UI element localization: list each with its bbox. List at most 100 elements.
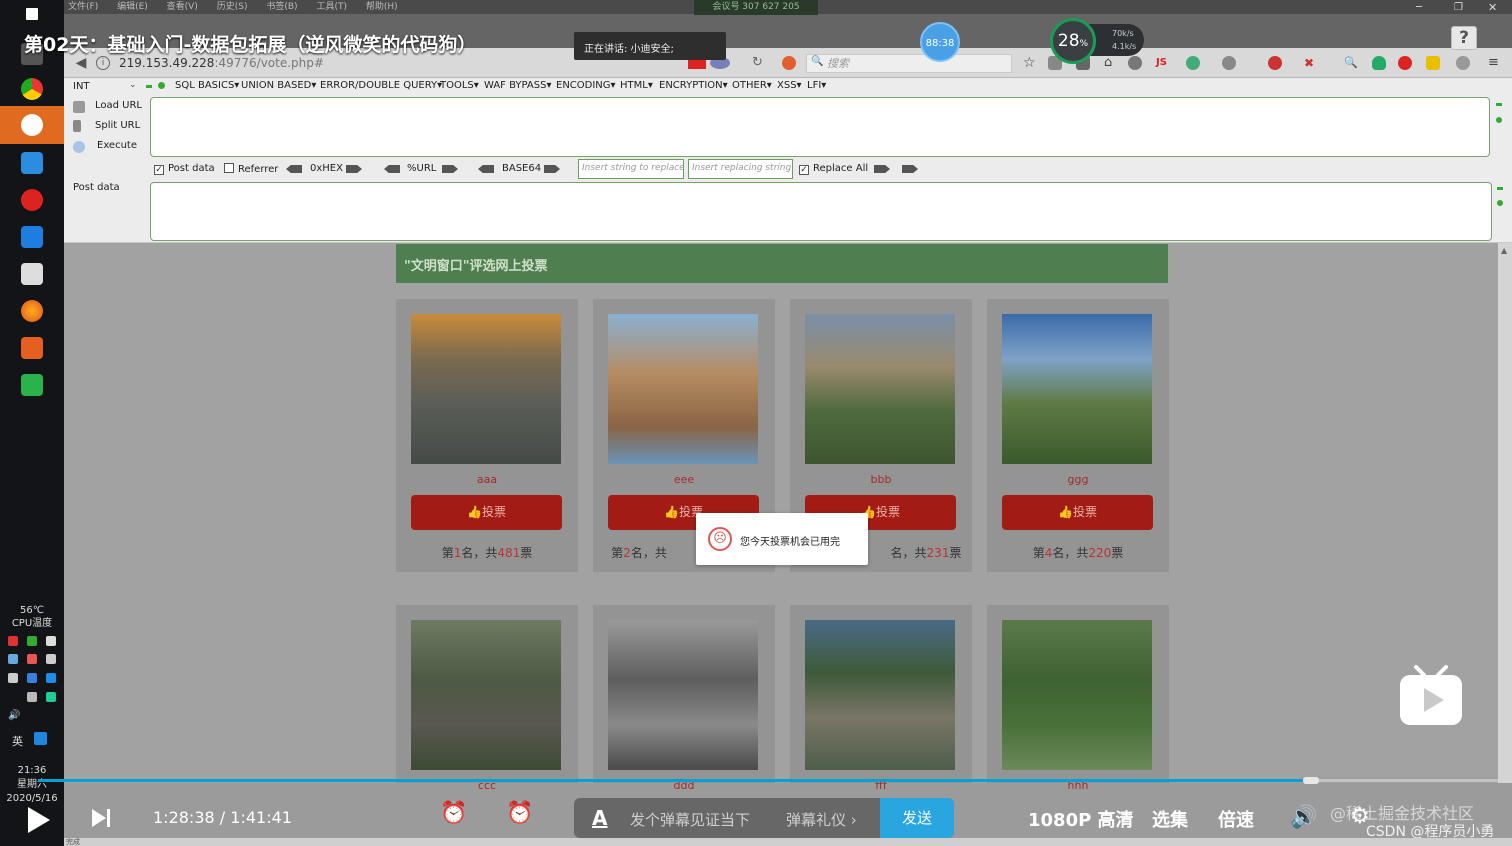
tray-pin-icon[interactable] bbox=[46, 673, 56, 683]
hackbar-menu-waf-bypass[interactable]: WAF BYPASS▾ bbox=[484, 80, 551, 91]
reload-icon[interactable]: ↻ bbox=[752, 55, 763, 70]
tray-display-icon[interactable] bbox=[8, 654, 18, 664]
sync-icon[interactable] bbox=[1128, 56, 1142, 70]
referrer-checkbox[interactable]: Referrer bbox=[224, 163, 278, 175]
candidate-photo[interactable] bbox=[411, 620, 561, 770]
hackbar-toggle-icon[interactable] bbox=[146, 85, 152, 88]
post-collapse-icon[interactable] bbox=[1497, 187, 1503, 190]
next-episode-icon[interactable] bbox=[90, 807, 112, 829]
tray-antivirus-icon[interactable] bbox=[8, 636, 18, 646]
execute-button[interactable]: Execute bbox=[97, 140, 137, 151]
hackbar-menu-tools[interactable]: TOOLS▾ bbox=[440, 80, 479, 91]
quality-button[interactable]: 1080P 高清 bbox=[1028, 806, 1134, 832]
hackbar-menu-error-double[interactable]: ERROR/DOUBLE QUERY▾ bbox=[320, 80, 442, 91]
url-textarea[interactable] bbox=[150, 97, 1490, 157]
tray-volume-icon[interactable]: 🔊 bbox=[8, 710, 20, 721]
site-info-icon[interactable]: i bbox=[96, 56, 110, 70]
addon-x-icon[interactable]: ✖ bbox=[1304, 56, 1318, 70]
candidate-photo[interactable] bbox=[608, 620, 758, 770]
window-maximize-icon[interactable]: ❐ bbox=[1454, 2, 1463, 13]
split-url-button[interactable]: Split URL bbox=[95, 120, 140, 131]
home-icon[interactable]: ⌂ bbox=[1104, 56, 1118, 70]
tray-chat-icon[interactable] bbox=[8, 673, 18, 683]
ime-indicator[interactable]: 英 bbox=[12, 733, 23, 749]
zoom-icon[interactable]: 🔍 bbox=[1344, 56, 1358, 70]
menu-file[interactable]: 文件(F) bbox=[68, 0, 98, 14]
windows-start-icon[interactable] bbox=[26, 8, 38, 20]
vote-button[interactable]: 👍投票 bbox=[1002, 495, 1153, 530]
chevron-down-icon[interactable]: ⌄ bbox=[129, 80, 137, 90]
episodes-button[interactable]: 选集 bbox=[1152, 806, 1188, 832]
barrage-etiquette-link[interactable]: 弹幕礼仪 › bbox=[786, 809, 857, 830]
replace-all-checkbox[interactable]: ✓ Replace All bbox=[799, 163, 868, 175]
candidate-photo[interactable] bbox=[1002, 314, 1152, 464]
hackbar-menu-sql-basics[interactable]: SQL BASICS▾ bbox=[175, 80, 239, 91]
tray-qq-icon[interactable] bbox=[46, 636, 56, 646]
volume-icon[interactable]: 🔊 bbox=[1290, 805, 1318, 831]
hackbar-menu-encoding[interactable]: ENCODING▾ bbox=[556, 80, 616, 91]
tray-flower-icon[interactable] bbox=[27, 654, 37, 664]
adblock-icon[interactable] bbox=[1398, 56, 1412, 70]
post-data-checkbox[interactable]: ✓ Post data bbox=[154, 163, 215, 175]
barrage-settings-icon[interactable]: ⏰ bbox=[506, 801, 542, 837]
barrage-toggle-icon[interactable]: ⏰ bbox=[440, 801, 476, 837]
tray-monitor-icon[interactable] bbox=[27, 692, 37, 702]
menu-tools[interactable]: 工具(T) bbox=[316, 0, 347, 14]
cloud-app-icon[interactable] bbox=[21, 226, 43, 248]
play-icon[interactable] bbox=[26, 805, 52, 835]
url-bar[interactable]: 219.153.49.228:49776/vote.php# bbox=[119, 56, 324, 70]
extension-icon[interactable] bbox=[782, 56, 796, 70]
burp-icon[interactable] bbox=[21, 337, 43, 359]
hackbar-menu-encryption[interactable]: ENCRYPTION▾ bbox=[659, 80, 728, 91]
menu-help[interactable]: 帮助(H) bbox=[366, 0, 398, 14]
candidate-photo[interactable] bbox=[411, 314, 561, 464]
profile-icon[interactable] bbox=[1456, 56, 1470, 70]
window-minimize-icon[interactable]: ─ bbox=[1416, 2, 1422, 13]
ime-app-icon[interactable] bbox=[34, 732, 47, 745]
tray-shield-icon[interactable] bbox=[46, 692, 56, 702]
replace-search-input[interactable]: Insert string to replace bbox=[578, 159, 684, 179]
firefox-icon[interactable] bbox=[21, 300, 43, 322]
barrage-style-icon[interactable]: A bbox=[592, 806, 607, 830]
post-expand-icon[interactable] bbox=[1497, 200, 1503, 206]
hackbar-menu-lfi[interactable]: LFI▾ bbox=[807, 80, 826, 91]
js-toggle-icon[interactable]: JS bbox=[1156, 56, 1170, 70]
tray-network-icon[interactable] bbox=[27, 636, 37, 646]
playback-speed-button[interactable]: 倍速 bbox=[1218, 806, 1254, 832]
search-input[interactable]: 搜索 bbox=[806, 54, 1012, 73]
hackbar-menu-union-based[interactable]: UNION BASED▾ bbox=[241, 80, 316, 91]
scroll-up-icon[interactable]: ▲ bbox=[1501, 246, 1507, 255]
hackbar-menu-other[interactable]: OTHER▾ bbox=[732, 80, 772, 91]
candidate-photo[interactable] bbox=[805, 620, 955, 770]
addon-n-icon[interactable] bbox=[1426, 56, 1440, 70]
menu-history[interactable]: 历史(S) bbox=[217, 0, 248, 14]
page-scrollbar[interactable]: ▲ bbox=[1498, 243, 1512, 783]
hackbar-menu-xss[interactable]: XSS▾ bbox=[777, 80, 802, 91]
post-data-textarea[interactable] bbox=[150, 182, 1492, 241]
hackbar-menu-html[interactable]: HTML▾ bbox=[620, 80, 653, 91]
menu-edit[interactable]: 编辑(E) bbox=[117, 0, 148, 14]
java-icon[interactable] bbox=[21, 263, 43, 285]
vote-button[interactable]: 👍投票 bbox=[411, 495, 562, 530]
menu-bookmarks[interactable]: 书签(B) bbox=[266, 0, 297, 14]
hamburger-menu-icon[interactable]: ≡ bbox=[1488, 56, 1502, 70]
send-button[interactable]: 发送 bbox=[880, 798, 954, 838]
candidate-photo[interactable] bbox=[805, 314, 955, 464]
video-progress-knob[interactable] bbox=[1303, 777, 1320, 784]
tray-bluetooth-icon[interactable] bbox=[27, 673, 37, 683]
taskbar-clock[interactable]: 21:36 星期六 2020/5/16 bbox=[0, 764, 64, 806]
window-close-icon[interactable]: ✕ bbox=[1488, 1, 1497, 14]
load-url-button[interactable]: Load URL bbox=[95, 100, 142, 111]
addon-settings-icon[interactable] bbox=[1222, 56, 1236, 70]
opera-icon[interactable] bbox=[21, 189, 43, 211]
shield-icon[interactable] bbox=[1372, 56, 1386, 70]
pin-app-icon[interactable] bbox=[21, 152, 43, 174]
screen-share-icon[interactable] bbox=[21, 374, 43, 396]
candidate-photo[interactable] bbox=[1002, 620, 1152, 770]
tray-mic-icon[interactable] bbox=[46, 654, 56, 664]
hackbar-type-select[interactable]: INT bbox=[73, 81, 90, 92]
bilibili-play-icon[interactable] bbox=[1398, 664, 1464, 726]
url-expand-icon[interactable] bbox=[1496, 117, 1502, 123]
addon-globe-icon[interactable] bbox=[1186, 56, 1200, 70]
addon-red-icon[interactable] bbox=[1268, 56, 1282, 70]
